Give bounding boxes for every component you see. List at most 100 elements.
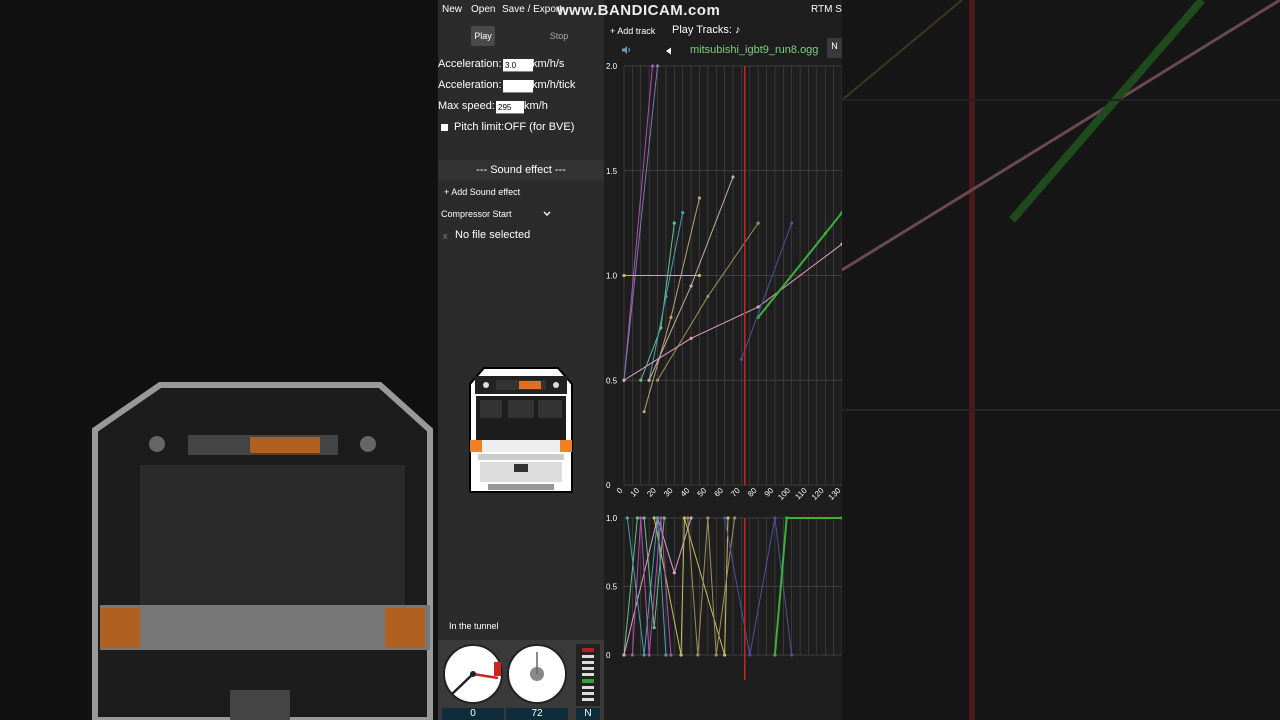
speed-pitch-chart: 00.51.01.52.00 10 20 30 40 50 60 70 80 90 100 110 12… bbox=[606, 62, 842, 502]
menu-save-export[interactable]: Save / Export bbox=[502, 4, 562, 15]
x-tick-label: 80 bbox=[746, 486, 759, 499]
data-point bbox=[622, 273, 626, 278]
data-point bbox=[672, 571, 676, 575]
data-point bbox=[655, 516, 660, 520]
window-title-fragment: RTM S bbox=[811, 4, 842, 15]
data-point bbox=[785, 516, 789, 520]
data-point bbox=[655, 378, 660, 382]
pressure-gauge bbox=[507, 644, 567, 704]
x-tick-label: 90 bbox=[763, 486, 776, 499]
x-tick-label: 70 bbox=[729, 486, 742, 499]
x-tick-label: 0 bbox=[615, 486, 625, 496]
data-point bbox=[652, 626, 656, 630]
data-point bbox=[630, 653, 634, 657]
add-track-button[interactable]: + Add track bbox=[610, 26, 655, 36]
stop-button[interactable]: Stop bbox=[546, 26, 572, 46]
data-point bbox=[790, 221, 794, 225]
data-point bbox=[662, 516, 666, 520]
data-point bbox=[642, 410, 646, 414]
accel-label: Acceleration: bbox=[438, 58, 502, 70]
data-point bbox=[635, 516, 640, 520]
y-tick-label: 1.0 bbox=[606, 272, 618, 281]
data-point bbox=[652, 516, 656, 520]
x-tick-label: 30 bbox=[662, 486, 675, 499]
prev-arrow-icon[interactable] bbox=[665, 47, 673, 55]
x-tick-label: 100 bbox=[776, 486, 792, 502]
accel-tick-label: Acceleration: bbox=[438, 79, 502, 91]
data-point bbox=[723, 653, 727, 657]
acceleration-tick-input[interactable] bbox=[503, 80, 533, 93]
speedometer-gauge bbox=[443, 644, 503, 704]
data-point bbox=[650, 64, 655, 68]
add-sound-effect-button[interactable]: + Add Sound effect bbox=[444, 187, 520, 197]
train-blur-image bbox=[92, 382, 433, 720]
data-point bbox=[706, 516, 710, 520]
data-point bbox=[756, 221, 760, 225]
sound-effect-header: --- Sound effect --- bbox=[438, 160, 604, 180]
sound-effect-select[interactable]: Compressor Start bbox=[440, 207, 552, 221]
gauge-cluster: 0 72 N bbox=[438, 640, 604, 720]
notch-readout: N bbox=[576, 708, 600, 720]
menu-open[interactable]: Open bbox=[471, 4, 495, 15]
data-point bbox=[748, 653, 752, 657]
bandicam-watermark: www.BANDICAM.com bbox=[557, 2, 721, 19]
data-point bbox=[840, 516, 842, 520]
data-point bbox=[686, 516, 690, 520]
y-tick-label: 1.0 bbox=[606, 514, 618, 523]
remove-file-icon[interactable]: x bbox=[443, 231, 448, 241]
y-tick-label: 0 bbox=[606, 651, 611, 660]
data-point bbox=[689, 284, 693, 288]
menu-new[interactable]: New bbox=[442, 4, 462, 15]
data-point bbox=[655, 64, 660, 68]
data-point bbox=[622, 378, 626, 382]
data-point bbox=[773, 516, 777, 520]
acceleration-input[interactable] bbox=[503, 59, 533, 72]
train-front-image bbox=[469, 367, 573, 493]
data-point bbox=[773, 653, 777, 657]
speaker-icon[interactable] bbox=[621, 45, 631, 55]
background-left-blur bbox=[0, 0, 438, 720]
accel-tick-unit: km/h/tick bbox=[532, 79, 576, 91]
chevron-down-icon bbox=[543, 211, 551, 216]
data-point bbox=[639, 516, 643, 520]
data-point bbox=[790, 653, 794, 657]
next-button[interactable]: N bbox=[827, 38, 842, 58]
accel-unit: km/h/s bbox=[532, 58, 565, 70]
x-tick-label: 60 bbox=[712, 486, 725, 499]
play-button[interactable]: Play bbox=[471, 26, 495, 46]
secondary-readout: 72 bbox=[506, 708, 568, 720]
background-right-blur bbox=[842, 0, 1280, 720]
app-window: New Open Save / Export Play Stop Acceler… bbox=[438, 0, 842, 720]
current-track-name[interactable]: mitsubishi_igbt9_run8.ogg bbox=[690, 44, 818, 56]
data-point bbox=[739, 357, 743, 361]
data-point bbox=[756, 305, 760, 309]
x-tick-label: 130 bbox=[827, 486, 842, 502]
x-tick-label: 20 bbox=[645, 486, 658, 499]
data-point bbox=[669, 653, 673, 657]
data-point bbox=[697, 273, 702, 278]
data-point bbox=[689, 336, 693, 340]
max-speed-label: Max speed: bbox=[438, 100, 495, 112]
location-status: In the tunnel bbox=[449, 621, 499, 631]
data-point bbox=[669, 315, 673, 319]
data-point bbox=[647, 378, 651, 382]
data-point bbox=[706, 294, 710, 299]
file-status-text: No file selected bbox=[455, 229, 531, 241]
data-point bbox=[622, 653, 626, 657]
checkbox-icon[interactable] bbox=[441, 124, 448, 131]
x-tick-label: 50 bbox=[696, 486, 709, 499]
data-point bbox=[664, 294, 668, 299]
data-point bbox=[647, 653, 651, 657]
max-speed-input[interactable] bbox=[496, 101, 524, 114]
x-tick-label: 120 bbox=[810, 486, 826, 502]
play-tracks-label: Play Tracks: ♪ bbox=[672, 24, 741, 36]
data-point bbox=[679, 653, 683, 657]
notch-indicator bbox=[576, 644, 600, 706]
control-panel: New Open Save / Export Play Stop Acceler… bbox=[438, 0, 604, 720]
data-point bbox=[659, 516, 663, 520]
chart-blur-image bbox=[842, 0, 1280, 720]
volume-chart: 0 0.5 1.0 bbox=[606, 514, 842, 680]
data-point bbox=[733, 516, 737, 520]
x-tick-label: 110 bbox=[793, 486, 809, 502]
y-tick-label: 1.5 bbox=[606, 167, 618, 176]
